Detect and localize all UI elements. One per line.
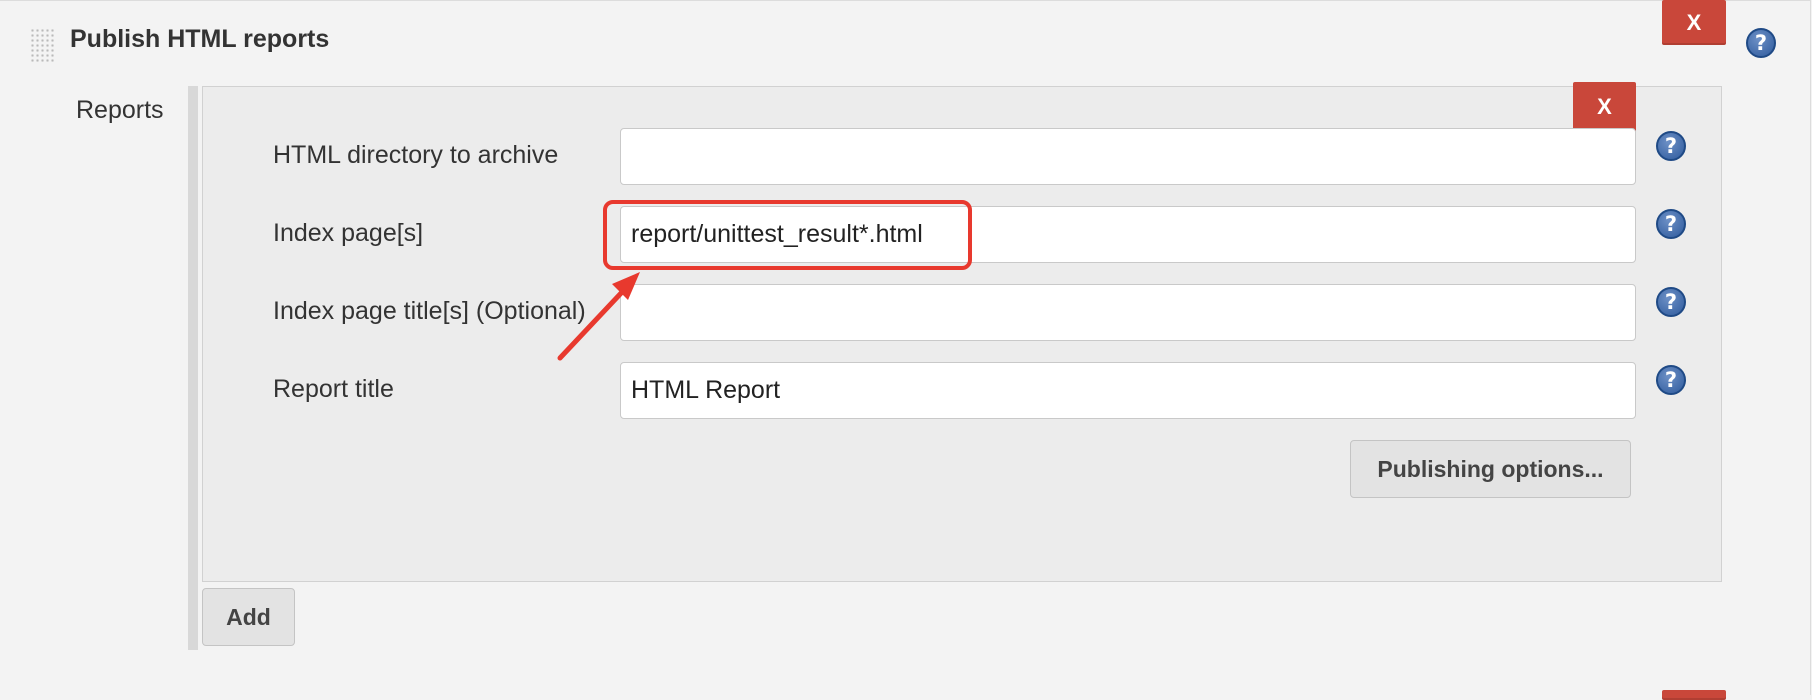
report-title-input[interactable] xyxy=(620,362,1636,419)
publishing-options-button[interactable]: Publishing options... xyxy=(1350,440,1631,498)
html-directory-label: HTML directory to archive xyxy=(273,141,559,169)
add-report-button[interactable]: Add xyxy=(202,588,295,646)
index-page-titles-label: Index page title[s] (Optional) xyxy=(273,297,586,325)
drag-handle-icon[interactable] xyxy=(30,28,56,62)
index-pages-input[interactable] xyxy=(620,206,1636,263)
section-title: Publish HTML reports xyxy=(70,25,330,53)
index-pages-help-icon[interactable]: ? xyxy=(1656,209,1686,239)
html-directory-input[interactable] xyxy=(620,128,1636,185)
section-help-icon[interactable]: ? xyxy=(1746,28,1776,58)
report-title-help-icon[interactable]: ? xyxy=(1656,365,1686,395)
index-page-titles-input[interactable] xyxy=(620,284,1636,341)
reports-group-bar xyxy=(188,86,198,650)
delete-report-button[interactable]: X xyxy=(1573,82,1636,132)
reports-label: Reports xyxy=(76,96,164,124)
report-title-label: Report title xyxy=(273,375,394,403)
delete-section-button[interactable]: X xyxy=(1662,0,1726,45)
index-pages-label: Index page[s] xyxy=(273,219,424,247)
index-page-titles-help-icon[interactable]: ? xyxy=(1656,287,1686,317)
next-section-delete-button[interactable] xyxy=(1662,690,1726,700)
html-directory-help-icon[interactable]: ? xyxy=(1656,131,1686,161)
